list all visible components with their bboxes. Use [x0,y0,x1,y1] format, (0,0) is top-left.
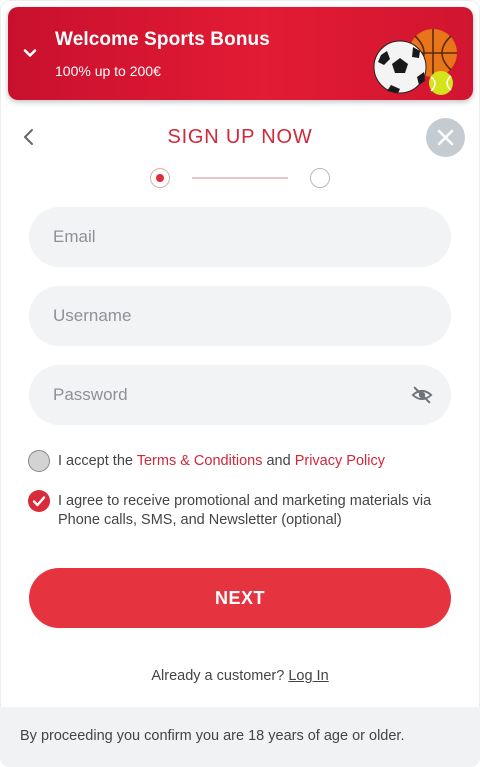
login-prompt-text: Already a customer? [151,668,285,684]
password-field[interactable] [29,365,451,425]
page-title: SIGN UP NOW [167,126,313,148]
terms-checkbox[interactable] [28,450,50,472]
terms-middle: and [262,453,295,469]
email-field-container [29,207,451,267]
eye-off-icon[interactable] [411,384,433,406]
next-button[interactable]: NEXT [29,568,451,628]
step-indicator-inactive [310,168,330,188]
terms-conditions-link[interactable]: Terms & Conditions [137,453,263,469]
chevron-down-icon[interactable] [22,45,38,61]
login-link[interactable]: Log In [288,668,328,684]
marketing-label: I agree to receive promotional and marke… [58,493,432,528]
username-field[interactable] [29,286,451,346]
username-field-container [29,286,451,346]
privacy-policy-link[interactable]: Privacy Policy [295,453,385,469]
bonus-subtitle: 100% up to 200€ [55,63,161,79]
terms-label: I accept the Terms & Conditions and Priv… [58,452,438,471]
checkmark-icon [32,496,46,507]
close-icon [437,129,454,146]
login-prompt: Already a customer? Log In [0,668,480,684]
step-indicator-active [150,168,170,188]
step-connector [192,177,288,179]
close-button[interactable] [426,118,465,157]
signup-modal: Welcome Sports Bonus 100% up to 200€ SIG… [0,0,480,767]
bonus-banner[interactable]: Welcome Sports Bonus 100% up to 200€ [8,7,473,100]
terms-prefix: I accept the [58,453,137,469]
sports-balls-icon [373,29,457,95]
password-field-container [29,365,451,425]
marketing-checkbox[interactable] [28,490,50,512]
email-field[interactable] [29,207,451,267]
bonus-title: Welcome Sports Bonus [55,29,270,50]
age-disclaimer: By proceeding you confirm you are 18 yea… [0,707,480,767]
